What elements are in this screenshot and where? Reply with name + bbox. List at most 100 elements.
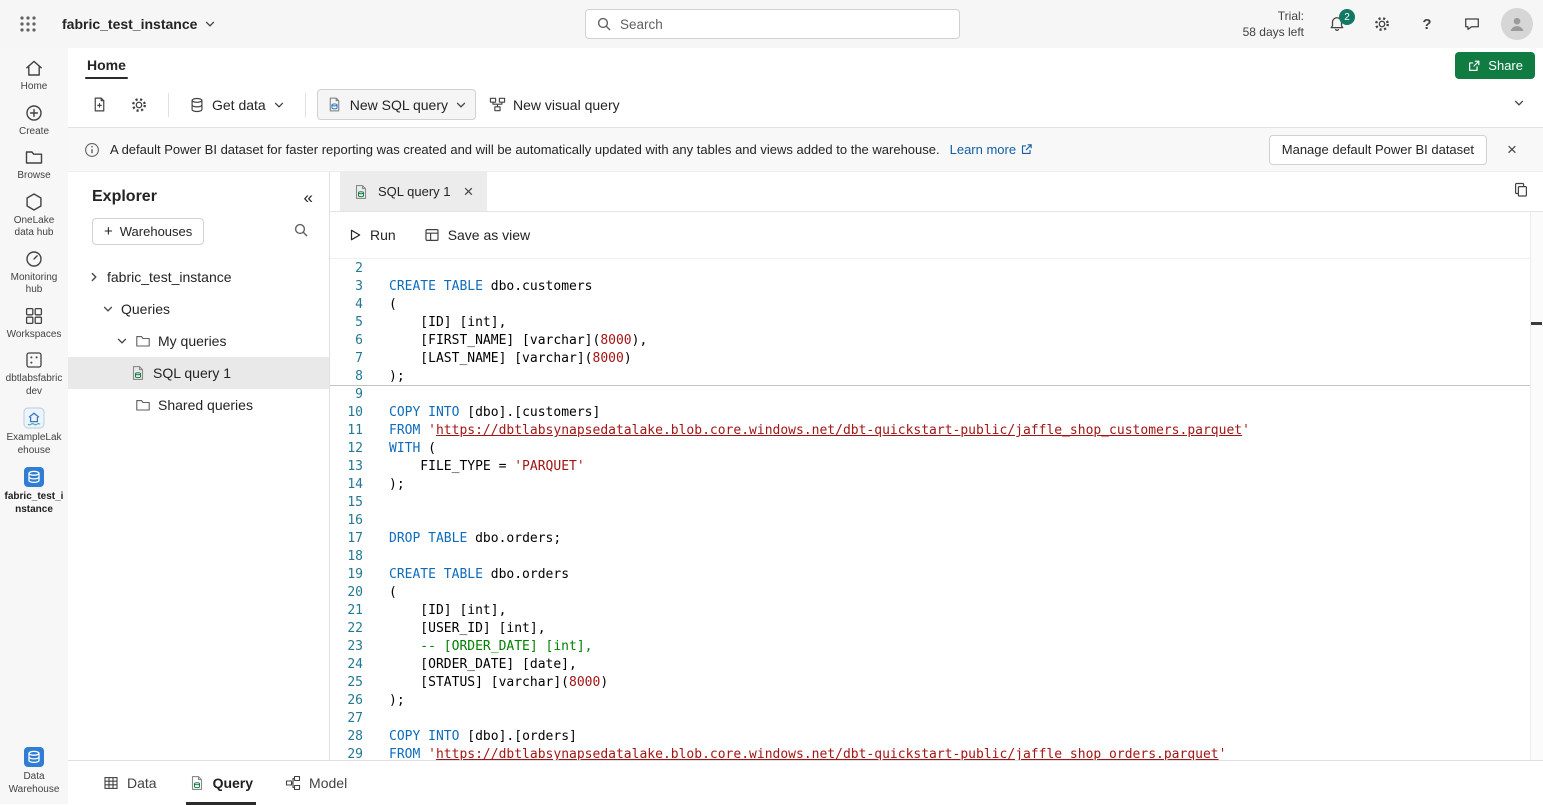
view-tab-label: Data xyxy=(127,775,157,791)
rail-item-monitoring-hub[interactable]: Monitoring hub xyxy=(1,249,67,297)
learn-more-link[interactable]: Learn more xyxy=(950,142,1033,157)
add-warehouses-button[interactable]: + Warehouses xyxy=(92,218,204,245)
rail-item-data-warehouse[interactable]: Data Warehouse xyxy=(1,746,67,796)
lakehouse-icon xyxy=(23,407,45,429)
tree-item-label: Queries xyxy=(121,301,170,317)
line-number: 26 xyxy=(330,692,376,710)
code-line-text xyxy=(376,386,389,404)
line-number: 5 xyxy=(330,314,376,332)
warehouses-button-label: Warehouses xyxy=(120,224,193,239)
code-line-text: DROP TABLE dbo.orders; xyxy=(376,530,561,548)
settings-button[interactable] xyxy=(1366,8,1398,40)
code-line: 2 xyxy=(330,260,1530,278)
sql-file-icon xyxy=(353,184,369,200)
overview-ruler-cursor-mark xyxy=(1531,322,1542,325)
code-line: 18 xyxy=(330,548,1530,566)
rail-item-home[interactable]: Home xyxy=(1,58,67,94)
code-line-text: [ID] [int], xyxy=(376,314,506,332)
tree-item-label: Shared queries xyxy=(158,397,253,413)
notifications-button[interactable]: 2 xyxy=(1321,8,1353,40)
tree-item-shared-queries[interactable]: Shared queries xyxy=(68,389,329,421)
search-input[interactable] xyxy=(620,17,949,32)
rail-item-dbtlabsfabricdev[interactable]: dbtlabsfabricdev xyxy=(1,350,67,398)
line-number: 18 xyxy=(330,548,376,566)
get-data-button[interactable]: Get data xyxy=(180,90,294,120)
app-launcher-button[interactable] xyxy=(10,6,46,42)
help-button[interactable]: ? xyxy=(1411,8,1443,40)
code-editor[interactable]: 23CREATE TABLE dbo.customers4(5 [ID] [in… xyxy=(330,260,1530,760)
rail-item-browse[interactable]: Browse xyxy=(1,147,67,183)
code-line-text: [STATUS] [varchar](8000) xyxy=(376,674,608,692)
rail-item-onelake-data-hub[interactable]: OneLake data hub xyxy=(1,192,67,240)
code-line-text: ); xyxy=(376,368,405,386)
code-line-text: FROM 'https://dbtlabsynapsedatalake.blob… xyxy=(376,422,1250,440)
account-avatar[interactable] xyxy=(1501,8,1533,40)
ribbon-divider xyxy=(305,93,306,117)
explorer-collapse-button[interactable]: « xyxy=(304,189,313,206)
code-line: 21 [ID] [int], xyxy=(330,602,1530,620)
tree-item-queries[interactable]: Queries xyxy=(68,293,329,325)
manage-dataset-button[interactable]: Manage default Power BI dataset xyxy=(1269,135,1487,165)
trial-days: 58 days left xyxy=(1243,24,1304,40)
rail-item-label: dbtlabsfabricdev xyxy=(1,373,67,398)
explorer-search-button[interactable] xyxy=(293,222,309,241)
sql-query-icon xyxy=(326,96,343,113)
line-number: 20 xyxy=(330,584,376,602)
new-sql-query-button[interactable]: New SQL query xyxy=(317,89,476,120)
trial-status: Trial: 58 days left xyxy=(1243,8,1304,40)
tab-sql-query-1[interactable]: SQL query 1 × xyxy=(340,172,487,211)
tab-home[interactable]: Home xyxy=(84,50,129,80)
code-line: 27 xyxy=(330,710,1530,728)
editor-scrollbar[interactable] xyxy=(1530,212,1543,760)
ribbon-collapse-button[interactable] xyxy=(1513,96,1525,112)
person-icon xyxy=(1507,14,1527,34)
ribbon-tab-row: Home Share xyxy=(68,48,1543,82)
view-tab-model[interactable]: Model xyxy=(282,761,350,805)
tab-close-button[interactable]: × xyxy=(460,182,478,202)
new-query-icon xyxy=(91,96,108,113)
rail-item-workspaces[interactable]: Workspaces xyxy=(1,306,67,342)
tree-item-my-queries[interactable]: My queries xyxy=(68,325,329,357)
line-number: 27 xyxy=(330,710,376,728)
warehouse-settings-button[interactable] xyxy=(121,89,157,121)
view-tab-query[interactable]: Query xyxy=(186,761,256,805)
editor-tab-bar: SQL query 1 × xyxy=(330,172,1543,212)
learn-more-label: Learn more xyxy=(950,142,1016,157)
share-button[interactable]: Share xyxy=(1455,52,1535,79)
new-query-button[interactable] xyxy=(82,89,117,120)
tree-item-fabric-test-instance[interactable]: fabric_test_instance xyxy=(68,261,329,293)
code-line: 11FROM 'https://dbtlabsynapsedatalake.bl… xyxy=(330,422,1530,440)
chevron-down-icon xyxy=(273,99,285,111)
line-number: 16 xyxy=(330,512,376,530)
close-icon: × xyxy=(464,183,474,200)
banner-close-button[interactable]: × xyxy=(1497,135,1527,165)
code-line-text: ( xyxy=(376,296,397,314)
line-number: 23 xyxy=(330,638,376,656)
tree-item-sql-query-1[interactable]: SQL query 1 xyxy=(68,357,329,389)
line-number: 19 xyxy=(330,566,376,584)
collapse-panel-icon: « xyxy=(304,189,313,206)
feedback-button[interactable] xyxy=(1456,8,1488,40)
gear-icon xyxy=(130,96,148,114)
new-visual-query-button[interactable]: New visual query xyxy=(480,89,629,120)
rail-item-create[interactable]: Create xyxy=(1,103,67,139)
tree-item-label: fabric_test_instance xyxy=(107,269,232,285)
tree-item-label: SQL query 1 xyxy=(153,365,231,381)
line-number: 14 xyxy=(330,476,376,494)
line-number: 25 xyxy=(330,674,376,692)
view-tab-label: Model xyxy=(309,775,347,791)
nav-rail: Home Create Browse OneLake data hub Monitori… xyxy=(0,48,68,804)
folder-icon xyxy=(135,333,151,349)
code-line-text xyxy=(376,494,389,512)
rail-item-examplelakehouse[interactable]: ExampleLakehouse xyxy=(1,407,67,457)
run-button[interactable]: Run xyxy=(348,227,396,243)
rail-item-fabric-test-instance[interactable]: fabric_test_instance xyxy=(1,466,67,516)
view-tab-label: Query xyxy=(213,775,253,791)
line-number: 29 xyxy=(330,746,376,760)
view-tab-data[interactable]: Data xyxy=(100,761,160,805)
save-as-view-button[interactable]: Save as view xyxy=(424,227,530,243)
tree-item-label: My queries xyxy=(158,333,226,349)
workspace: Explorer « + Warehouses fabric_test_inst… xyxy=(68,172,1543,760)
workspace-title-dropdown[interactable]: fabric_test_instance xyxy=(62,16,216,32)
copy-button[interactable] xyxy=(1513,182,1529,201)
